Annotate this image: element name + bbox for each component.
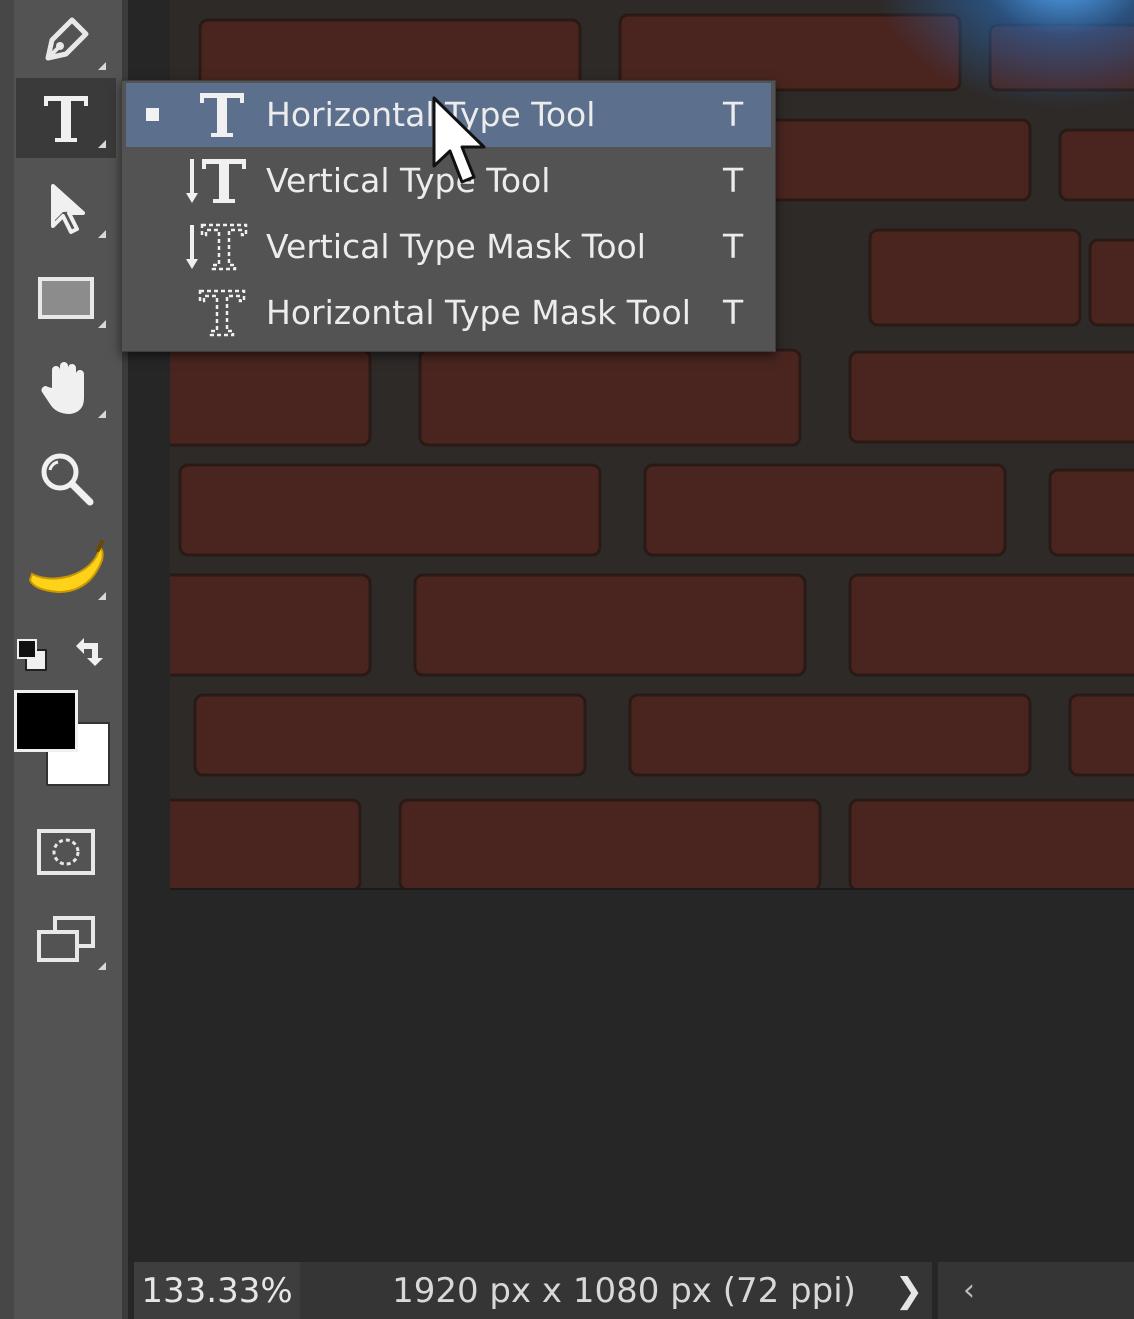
menu-item-shortcut: T <box>723 161 744 200</box>
submenu-indicator <box>98 62 106 70</box>
submenu-indicator <box>98 592 106 600</box>
quick-mask-button[interactable] <box>16 812 116 892</box>
current-tool-indicator <box>146 108 159 121</box>
status-bar: 133.33% 1920 px x 1080 px (72 ppi) ❯ ‹ <box>134 1262 1134 1319</box>
menu-item-shortcut: T <box>723 95 744 134</box>
pen-tool-button[interactable] <box>16 0 116 80</box>
submenu-indicator <box>98 410 106 418</box>
submenu-indicator <box>98 962 106 970</box>
hand-tool-button[interactable] <box>16 348 116 428</box>
menu-item-label: Horizontal Type Mask Tool <box>266 293 691 332</box>
submenu-indicator <box>98 140 106 148</box>
tools-panel <box>0 0 128 1319</box>
swap-colors-button[interactable] <box>70 632 110 672</box>
vertical-type-mask-icon <box>186 223 248 271</box>
pen-icon <box>45 17 89 61</box>
mouse-cursor-icon <box>432 96 486 184</box>
status-divider <box>932 1262 938 1319</box>
submenu-indicator <box>98 230 106 238</box>
swap-arrows-icon <box>76 638 103 666</box>
default-colors-button[interactable] <box>16 638 52 674</box>
blue-light-glow <box>874 0 1134 110</box>
screen-mode-icon <box>37 916 95 962</box>
path-selection-tool-button[interactable] <box>16 168 116 248</box>
edit-toolbar-button[interactable] <box>16 530 116 610</box>
tools-panel-edge <box>0 0 14 1319</box>
default-colors-icon <box>17 639 47 671</box>
vertical-type-icon <box>186 159 246 203</box>
horizontal-type-mask-icon <box>198 289 246 337</box>
menu-item-horizontal-type-mask-tool[interactable]: Horizontal Type Mask Tool T <box>126 281 771 345</box>
status-menu-arrow[interactable]: ❯ <box>889 1262 929 1319</box>
hand-icon <box>41 362 84 414</box>
type-icon <box>44 96 88 142</box>
magnifier-icon <box>41 453 94 506</box>
submenu-indicator <box>98 320 106 328</box>
rectangle-tool-button[interactable] <box>16 258 116 338</box>
screen-mode-button[interactable] <box>16 900 116 980</box>
arrow-icon <box>51 184 85 234</box>
menu-item-label: Vertical Type Mask Tool <box>266 227 646 266</box>
menu-item-shortcut: T <box>723 227 744 266</box>
scroll-left-arrow[interactable]: ‹ <box>949 1262 989 1319</box>
document-info: 1920 px x 1080 px (72 ppi) <box>392 1270 856 1311</box>
menu-item-shortcut: T <box>723 293 744 332</box>
horizontal-type-icon <box>200 93 244 137</box>
zoom-level-field[interactable]: 133.33% <box>134 1262 300 1319</box>
banana-icon <box>28 540 104 594</box>
type-tool-button[interactable] <box>16 78 116 158</box>
menu-item-vertical-type-mask-tool[interactable]: Vertical Type Mask Tool T <box>126 215 771 279</box>
rectangle-icon <box>38 277 94 319</box>
menu-item-label: Vertical Type Tool <box>266 161 551 200</box>
foreground-color-swatch[interactable] <box>14 690 78 752</box>
zoom-tool-button[interactable] <box>16 438 116 518</box>
quick-mask-icon <box>37 829 95 875</box>
